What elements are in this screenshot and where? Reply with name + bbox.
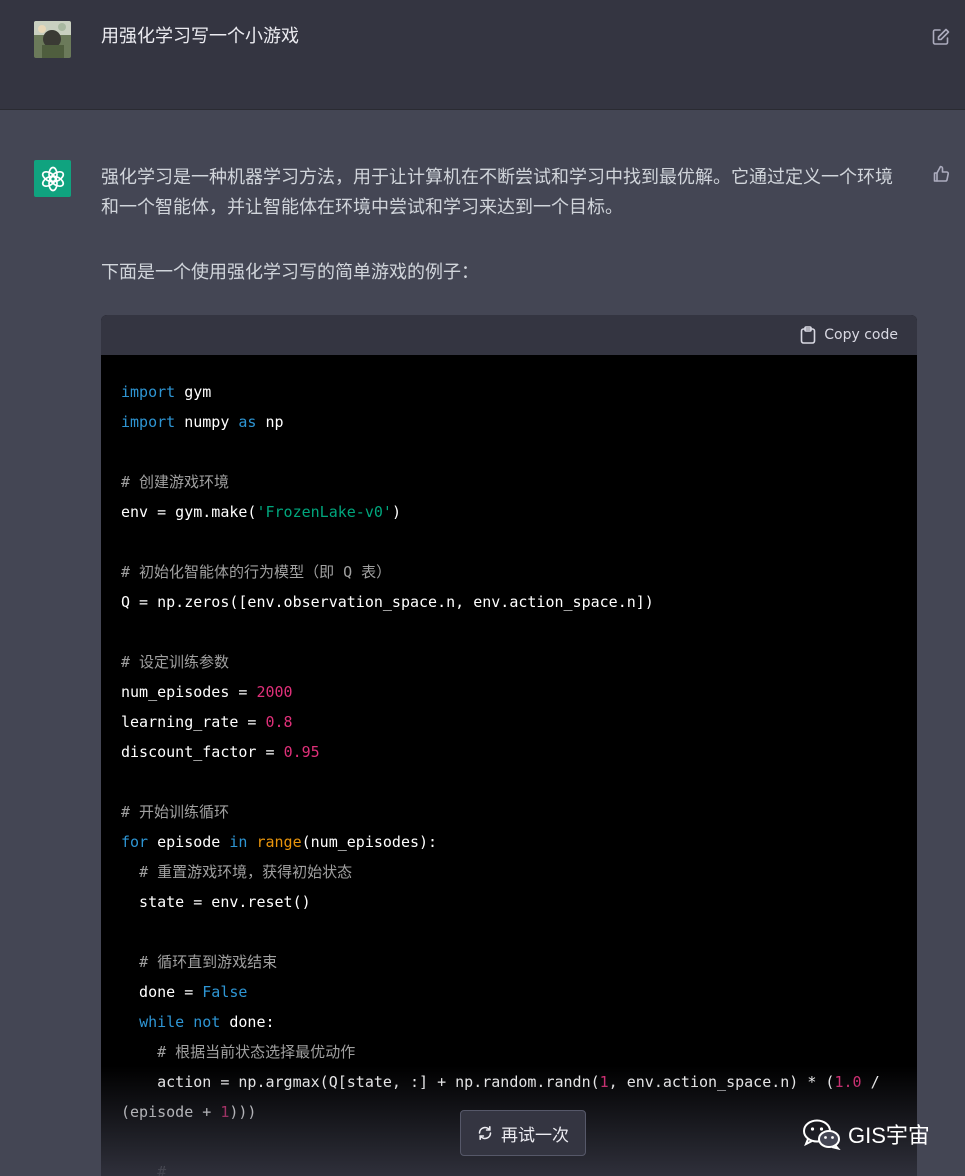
code-line: ​	[121, 527, 897, 557]
code-line: # 循环直到游戏结束	[139, 953, 278, 971]
code-line: # 初始化智能体的行为模型（即 Q 表）	[121, 563, 392, 581]
code-line: ​	[121, 437, 897, 467]
retry-button-label: 再试一次	[501, 1125, 569, 1146]
user-avatar	[34, 21, 71, 58]
user-message-text: 用强化学习写一个小游戏	[101, 26, 299, 47]
code-line: import gym	[121, 383, 212, 401]
edit-icon[interactable]	[931, 27, 951, 47]
code-line: discount_factor = 0.95	[121, 743, 320, 761]
watermark: GIS宇宙	[802, 1118, 930, 1150]
user-message-row: 用强化学习写一个小游戏	[0, 0, 965, 110]
code-line: # 开始训练循环	[121, 803, 230, 821]
retry-button[interactable]: 再试一次	[460, 1110, 586, 1156]
code-line: ​	[121, 917, 897, 947]
code-line: learning_rate = 0.8	[121, 713, 293, 731]
assistant-paragraph-1: 强化学习是一种机器学习方法，用于让计算机在不断尝试和学习中找到最优解。它通过定义…	[101, 167, 893, 218]
clipboard-icon	[800, 326, 816, 344]
code-line: while not done:	[139, 1013, 275, 1031]
copy-code-label: Copy code	[824, 327, 898, 343]
code-line: env = gym.make('FrozenLake-v0')	[121, 503, 401, 521]
code-line: action = np.argmax(Q[state, :] + np.rand…	[121, 1073, 880, 1091]
code-line: ​	[121, 767, 897, 797]
thumbs-up-icon[interactable]	[931, 164, 951, 184]
watermark-text: GIS宇宙	[848, 1123, 930, 1148]
code-block: Copy code import gym import numpy as np ​ #…	[101, 315, 917, 1176]
code-line: #	[157, 1163, 167, 1176]
copy-code-button[interactable]: Copy code	[800, 325, 898, 345]
code-line: # 创建游戏环境	[121, 473, 230, 491]
code-line: Q = np.zeros([env.observation_space.n, e…	[121, 593, 654, 611]
code-line: num_episodes = 2000	[121, 683, 293, 701]
assistant-avatar	[34, 160, 71, 197]
code-line: state = env.reset()	[121, 893, 311, 911]
code-block-header: Copy code	[101, 315, 917, 355]
refresh-icon	[478, 1126, 492, 1140]
code-line: import numpy as np	[121, 413, 284, 431]
code-line: for episode in range(num_episodes):	[121, 833, 438, 851]
code-content: import gym import numpy as np ​ # 创建游戏环境 env…	[101, 355, 917, 1176]
code-line: # 重置游戏环境，获得初始状态	[139, 863, 353, 881]
code-line: done = False	[121, 983, 248, 1001]
assistant-paragraph-2: 下面是一个使用强化学习写的简单游戏的例子：	[101, 262, 479, 283]
wechat-icon	[803, 1119, 841, 1150]
code-line: # 设定训练参数	[121, 653, 230, 671]
openai-logo-icon	[41, 166, 64, 191]
code-line: # 根据当前状态选择最优动作	[157, 1043, 356, 1061]
code-line: ​	[121, 617, 897, 647]
